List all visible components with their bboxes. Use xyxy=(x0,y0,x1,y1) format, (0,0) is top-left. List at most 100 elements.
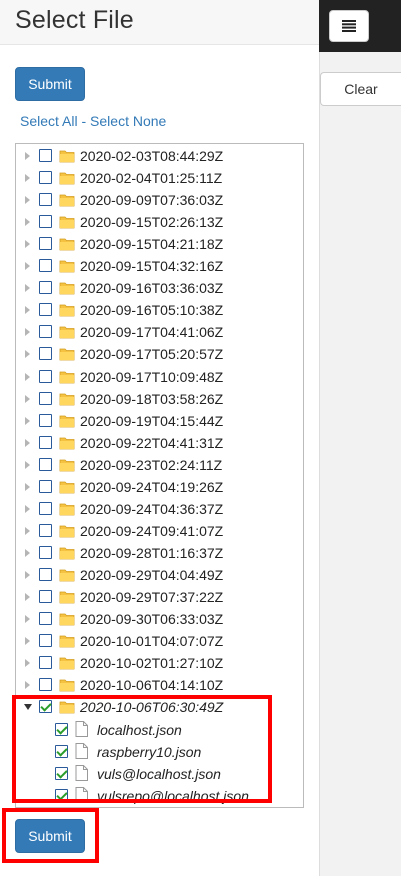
tree-folder-row[interactable]: 2020-02-03T08:44:29Z xyxy=(16,145,301,167)
folder-label[interactable]: 2020-09-22T04:41:31Z xyxy=(80,435,223,451)
tree-folder-row[interactable]: 2020-02-04T01:25:11Z xyxy=(16,167,301,189)
file-checkbox[interactable] xyxy=(55,722,68,736)
folder-label[interactable]: 2020-09-17T05:20:57Z xyxy=(80,346,223,362)
folder-label[interactable]: 2020-02-03T08:44:29Z xyxy=(80,148,223,164)
folder-checkbox[interactable] xyxy=(39,325,52,339)
collapse-arrow-icon[interactable] xyxy=(24,704,32,711)
folder-label[interactable]: 2020-09-15T04:21:18Z xyxy=(80,236,223,252)
tree-folder-row[interactable]: 2020-09-15T02:26:13Z xyxy=(16,211,301,233)
folder-label[interactable]: 2020-09-24T04:19:26Z xyxy=(80,479,223,495)
expand-arrow-icon[interactable] xyxy=(25,637,30,646)
file-label[interactable]: vulsrepo@localhost.json xyxy=(97,788,249,804)
expand-arrow-icon[interactable] xyxy=(25,681,30,690)
tree-folder-row[interactable]: 2020-09-23T02:24:11Z xyxy=(16,454,301,476)
folder-label[interactable]: 2020-10-06T04:14:10Z xyxy=(80,677,223,693)
folder-label[interactable]: 2020-09-15T02:26:13Z xyxy=(80,214,223,230)
expand-arrow-icon[interactable] xyxy=(25,460,30,469)
folder-checkbox[interactable] xyxy=(39,369,52,383)
tree-folder-row[interactable]: 2020-09-29T04:04:49Z xyxy=(16,564,301,586)
file-label[interactable]: vuls@localhost.json xyxy=(97,766,221,782)
file-checkbox[interactable] xyxy=(55,744,68,758)
folder-label[interactable]: 2020-09-09T07:36:03Z xyxy=(80,192,223,208)
tree-folder-row[interactable]: 2020-09-15T04:32:16Z xyxy=(16,255,301,277)
tree-folder-row[interactable]: 2020-09-09T07:36:03Z xyxy=(16,189,301,211)
expand-arrow-icon[interactable] xyxy=(25,438,30,447)
expand-arrow-icon[interactable] xyxy=(25,306,30,315)
tree-folder-row[interactable]: 2020-09-15T04:21:18Z xyxy=(16,233,301,255)
tree-file-row[interactable]: vulsrepo@localhost.json xyxy=(16,785,301,807)
folder-label[interactable]: 2020-09-30T06:33:03Z xyxy=(80,611,223,627)
folder-label[interactable]: 2020-09-29T07:37:22Z xyxy=(80,589,223,605)
expand-arrow-icon[interactable] xyxy=(25,328,30,337)
tree-folder-row[interactable]: 2020-09-28T01:16:37Z xyxy=(16,542,301,564)
expand-arrow-icon[interactable] xyxy=(25,262,30,271)
menu-toggle-button[interactable] xyxy=(329,10,369,42)
folder-checkbox[interactable] xyxy=(39,700,52,714)
folder-checkbox[interactable] xyxy=(39,567,52,581)
folder-checkbox[interactable] xyxy=(39,479,52,493)
tree-folder-row[interactable]: 2020-10-02T01:27:10Z xyxy=(16,652,301,674)
folder-label[interactable]: 2020-02-04T01:25:11Z xyxy=(80,170,222,186)
folder-checkbox[interactable] xyxy=(39,457,52,471)
folder-label[interactable]: 2020-09-29T04:04:49Z xyxy=(80,567,223,583)
folder-checkbox[interactable] xyxy=(39,501,52,515)
expand-arrow-icon[interactable] xyxy=(25,394,30,403)
expand-arrow-icon[interactable] xyxy=(25,504,30,513)
folder-checkbox[interactable] xyxy=(39,347,52,361)
tree-file-row[interactable]: raspberry10.json xyxy=(16,741,301,763)
folder-label[interactable]: 2020-09-28T01:16:37Z xyxy=(80,545,223,561)
expand-arrow-icon[interactable] xyxy=(25,372,30,381)
folder-checkbox[interactable] xyxy=(39,545,52,559)
folder-label[interactable]: 2020-09-23T02:24:11Z xyxy=(80,457,222,473)
folder-checkbox[interactable] xyxy=(39,237,52,251)
folder-checkbox[interactable] xyxy=(39,391,52,405)
folder-checkbox[interactable] xyxy=(39,149,52,162)
tree-folder-row[interactable]: 2020-09-22T04:41:31Z xyxy=(16,432,301,454)
folder-checkbox[interactable] xyxy=(39,281,52,295)
expand-arrow-icon[interactable] xyxy=(25,152,30,160)
folder-checkbox[interactable] xyxy=(39,435,52,449)
tree-folder-row[interactable]: 2020-10-06T04:14:10Z xyxy=(16,674,301,696)
tree-folder-row[interactable]: 2020-09-24T04:36:37Z xyxy=(16,498,301,520)
folder-checkbox[interactable] xyxy=(39,634,52,648)
folder-label[interactable]: 2020-09-24T09:41:07Z xyxy=(80,523,223,539)
folder-checkbox[interactable] xyxy=(39,678,52,692)
select-none-link[interactable]: Select None xyxy=(90,113,166,129)
folder-checkbox[interactable] xyxy=(39,523,52,537)
expand-arrow-icon[interactable] xyxy=(25,482,30,491)
folder-label[interactable]: 2020-10-02T01:27:10Z xyxy=(80,655,223,671)
submit-button-top[interactable]: Submit xyxy=(15,67,85,101)
folder-label[interactable]: 2020-10-06T06:30:49Z xyxy=(80,699,223,715)
folder-label[interactable]: 2020-09-16T05:10:38Z xyxy=(80,302,223,318)
file-label[interactable]: raspberry10.json xyxy=(97,744,201,760)
folder-label[interactable]: 2020-09-17T10:09:48Z xyxy=(80,369,223,385)
folder-checkbox[interactable] xyxy=(39,612,52,626)
clear-button[interactable]: Clear xyxy=(320,72,401,106)
select-all-link[interactable]: Select All xyxy=(20,113,78,129)
expand-arrow-icon[interactable] xyxy=(25,548,30,557)
folder-label[interactable]: 2020-09-16T03:36:03Z xyxy=(80,280,223,296)
tree-folder-row[interactable]: 2020-09-19T04:15:44Z xyxy=(16,410,301,432)
folder-checkbox[interactable] xyxy=(39,215,52,229)
folder-checkbox[interactable] xyxy=(39,303,52,317)
expand-arrow-icon[interactable] xyxy=(25,284,30,293)
submit-button-bottom[interactable]: Submit xyxy=(15,819,85,853)
expand-arrow-icon[interactable] xyxy=(25,350,30,359)
tree-folder-row[interactable]: 2020-09-17T05:20:57Z xyxy=(16,343,301,365)
tree-folder-row[interactable]: 2020-09-18T03:58:26Z xyxy=(16,388,301,410)
tree-folder-row-expanded[interactable]: 2020-10-06T06:30:49Z xyxy=(16,696,301,718)
tree-file-row[interactable]: localhost.json xyxy=(16,719,301,741)
tree-folder-row[interactable]: 2020-09-30T06:33:03Z xyxy=(16,608,301,630)
file-checkbox[interactable] xyxy=(55,766,68,780)
expand-arrow-icon[interactable] xyxy=(25,615,30,624)
tree-file-row[interactable]: vuls@localhost.json xyxy=(16,763,301,785)
folder-label[interactable]: 2020-09-15T04:32:16Z xyxy=(80,258,223,274)
expand-arrow-icon[interactable] xyxy=(25,218,30,227)
folder-checkbox[interactable] xyxy=(39,656,52,670)
tree-folder-row[interactable]: 2020-09-17T04:41:06Z xyxy=(16,321,301,343)
tree-folder-row[interactable]: 2020-09-16T05:10:38Z xyxy=(16,299,301,321)
folder-label[interactable]: 2020-10-01T04:07:07Z xyxy=(80,633,223,649)
folder-checkbox[interactable] xyxy=(39,193,52,207)
expand-arrow-icon[interactable] xyxy=(25,240,30,249)
expand-arrow-icon[interactable] xyxy=(25,570,30,579)
